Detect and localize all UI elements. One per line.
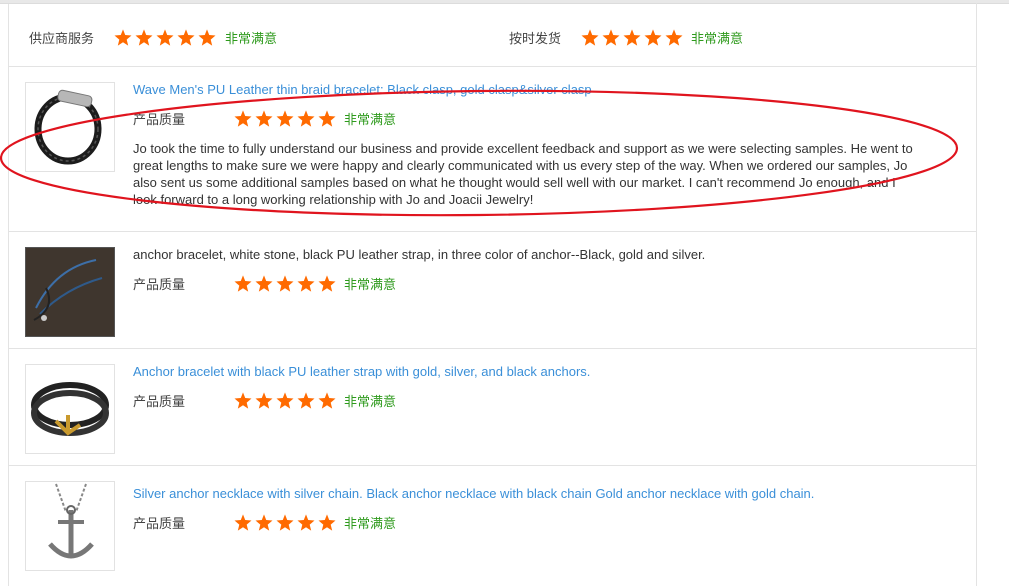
star-icon <box>276 392 294 409</box>
wrap-anchor-bracelet-icon <box>31 382 109 436</box>
product-quality-stars <box>234 392 336 409</box>
review-item: Silver anchor necklace with silver chain… <box>9 465 977 586</box>
star-icon <box>255 392 273 409</box>
product-title-link[interactable]: Anchor bracelet with black PU leather st… <box>133 364 590 379</box>
star-icon <box>177 29 195 46</box>
product-quality-rating-text: 非常满意 <box>344 394 397 409</box>
rating-summary: 供应商服务 非常满意 按时发货 非常满意 <box>9 4 977 67</box>
review-item: Wave Men's PU Leather thin braid bracele… <box>9 66 977 232</box>
supplier-service-label: 供应商服务 <box>29 31 95 46</box>
product-quality-label: 产品质量 <box>133 112 186 127</box>
star-icon <box>665 29 683 46</box>
product-thumbnail[interactable] <box>25 364 115 454</box>
star-icon <box>135 29 153 46</box>
product-quality-label: 产品质量 <box>133 277 186 292</box>
ontime-delivery-label: 按时发货 <box>509 31 562 46</box>
supplier-service-rating-text: 非常满意 <box>225 31 278 46</box>
review-item: anchor bracelet, white stone, black PU l… <box>9 231 977 349</box>
review-item: Anchor bracelet with black PU leather st… <box>9 348 977 466</box>
star-icon <box>581 29 599 46</box>
star-icon <box>623 29 641 46</box>
star-icon <box>255 110 273 127</box>
product-quality-rating-text: 非常满意 <box>344 112 397 127</box>
product-title: anchor bracelet, white stone, black PU l… <box>133 247 706 262</box>
product-quality-stars <box>234 514 336 531</box>
star-icon <box>234 392 252 409</box>
star-icon <box>234 110 252 127</box>
star-icon <box>318 392 336 409</box>
star-icon <box>318 275 336 292</box>
product-quality-label: 产品质量 <box>133 394 186 409</box>
product-thumbnail[interactable] <box>25 247 115 337</box>
ontime-delivery-rating-text: 非常满意 <box>691 31 744 46</box>
star-icon <box>644 29 662 46</box>
product-thumbnail[interactable] <box>25 481 115 571</box>
star-icon <box>114 29 132 46</box>
braided-bracelet-icon <box>34 89 102 165</box>
star-icon <box>297 514 315 531</box>
star-icon <box>297 110 315 127</box>
ontime-delivery-stars <box>581 29 683 46</box>
star-icon <box>234 275 252 292</box>
supplier-service-stars <box>114 29 216 46</box>
product-quality-rating-text: 非常满意 <box>344 516 397 531</box>
anchor-bracelet-photo-icon <box>26 248 114 336</box>
star-icon <box>276 275 294 292</box>
star-icon <box>318 110 336 127</box>
product-quality-label: 产品质量 <box>133 516 186 531</box>
product-thumbnail[interactable] <box>25 82 115 172</box>
feedback-panel: 供应商服务 非常满意 按时发货 非常满意 Wave Men's PU Leath… <box>8 4 977 586</box>
product-quality-stars <box>234 110 336 127</box>
product-title-link[interactable]: Silver anchor necklace with silver chain… <box>133 486 814 501</box>
star-icon <box>198 29 216 46</box>
review-comment: Jo took the time to fully understand our… <box>133 141 913 207</box>
product-title-link[interactable]: Wave Men's PU Leather thin braid bracele… <box>133 82 592 97</box>
product-quality-stars <box>234 275 336 292</box>
star-icon <box>318 514 336 531</box>
star-icon <box>234 514 252 531</box>
star-icon <box>255 514 273 531</box>
star-icon <box>156 29 174 46</box>
star-icon <box>276 110 294 127</box>
star-icon <box>276 514 294 531</box>
product-quality-rating-text: 非常满意 <box>344 277 397 292</box>
star-icon <box>602 29 620 46</box>
star-icon <box>297 275 315 292</box>
anchor-necklace-icon <box>48 483 94 559</box>
star-icon <box>255 275 273 292</box>
star-icon <box>297 392 315 409</box>
